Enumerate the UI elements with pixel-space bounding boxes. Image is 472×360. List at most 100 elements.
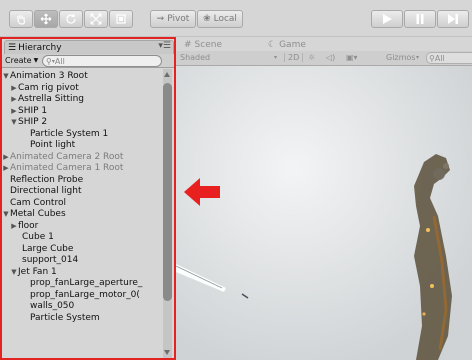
mode-2d-toggle[interactable]: 2D <box>284 53 304 62</box>
scene-icon: # <box>184 39 192 50</box>
rotate-tool-button[interactable] <box>59 10 83 28</box>
hierarchy-item-label: Large Cube <box>22 243 74 254</box>
hierarchy-item[interactable]: ▼Metal Cubes <box>2 209 164 221</box>
hierarchy-item[interactable]: ▶floor <box>2 221 164 233</box>
hierarchy-tab[interactable]: ☰ Hierarchy <box>4 40 174 54</box>
hierarchy-scrollbar[interactable] <box>163 69 172 358</box>
effects-toggle-icon[interactable]: ▣▾ <box>346 53 358 62</box>
expanded-arrow-icon[interactable]: ▼ <box>10 117 18 129</box>
play-button[interactable] <box>371 10 403 28</box>
shading-mode-dropdown[interactable]: Shaded <box>180 53 210 62</box>
scene-tab-bar: # Scene ☾ Game <box>176 37 472 51</box>
create-label: Create <box>5 56 32 65</box>
hierarchy-item[interactable]: ▶Astrella Sitting <box>2 94 164 106</box>
pause-button[interactable] <box>404 10 436 28</box>
create-button[interactable]: Create ▼ <box>5 56 38 65</box>
scrollbar-thumb[interactable] <box>163 83 172 301</box>
hierarchy-item-label: prop_fanLarge_motor_0( <box>30 289 140 300</box>
main-toolbar: ⇝ Pivot ❀ Local <box>0 0 472 36</box>
hierarchy-title: Hierarchy <box>18 42 62 53</box>
step-icon <box>448 14 458 24</box>
hierarchy-item[interactable]: Particle System <box>2 313 164 325</box>
hierarchy-item[interactable]: ▶SHIP 1 <box>2 106 164 118</box>
expanded-arrow-icon[interactable]: ▼ <box>2 209 10 221</box>
hierarchy-item-label: Point light <box>30 140 76 150</box>
hierarchy-item-label: Cam Control <box>10 197 66 208</box>
hierarchy-item[interactable]: prop_fanLarge_motor_0( <box>2 290 164 302</box>
local-toggle-button[interactable]: ❀ Local <box>197 10 243 28</box>
hierarchy-item-label: SHIP 1 <box>18 105 48 116</box>
hierarchy-item-label: support_014 <box>22 255 79 265</box>
hierarchy-item[interactable]: Reflection Probe <box>2 175 164 187</box>
scale-tool-icon <box>90 13 102 25</box>
hierarchy-item-label: Animated Camera 2 Root <box>10 151 124 162</box>
pivot-toggle-button[interactable]: ⇝ Pivot <box>150 10 196 28</box>
shading-dropdown-icon[interactable]: ▾ <box>274 54 277 61</box>
pivot-label: Pivot <box>167 14 190 24</box>
scene-viewport[interactable] <box>176 66 472 360</box>
scroll-down-icon[interactable] <box>164 350 170 355</box>
hierarchy-item[interactable]: Cube 1 <box>2 232 164 244</box>
lighting-toggle-icon[interactable]: ☼ <box>308 53 315 62</box>
hierarchy-item-label: Particle System <box>30 312 100 323</box>
gizmos-dropdown-icon[interactable]: ▾ <box>416 54 419 61</box>
hierarchy-panel: ☰ Hierarchy ▾☰ Create ▼ ⚲ ▾ All ▼Animati… <box>0 37 176 360</box>
hierarchy-item-label: Particle System 1 <box>30 128 109 139</box>
move-tool-button[interactable] <box>34 10 58 28</box>
scale-tool-button[interactable] <box>84 10 108 28</box>
collapsed-arrow-icon[interactable]: ▶ <box>10 94 18 106</box>
hierarchy-item[interactable]: prop_fanLarge_aperture_ <box>2 278 164 290</box>
audio-toggle-icon[interactable]: ◁) <box>326 53 335 62</box>
hierarchy-item-label: Cam rig pivot <box>18 82 79 93</box>
hierarchy-item-label: Reflection Probe <box>10 174 84 185</box>
game-tab-label: Game <box>279 39 306 50</box>
hierarchy-item-label: floor <box>18 220 39 231</box>
collapsed-arrow-icon[interactable]: ▶ <box>2 152 10 164</box>
hierarchy-item[interactable]: support_014 <box>2 255 164 267</box>
collapsed-arrow-icon[interactable]: ▶ <box>10 106 18 118</box>
collapsed-arrow-icon[interactable]: ▶ <box>10 221 18 233</box>
hierarchy-item[interactable]: ▶Cam rig pivot <box>2 83 164 95</box>
hierarchy-item[interactable]: ▼Animation 3 Root <box>2 71 164 83</box>
dropdown-arrow-icon: ▼ <box>33 57 39 64</box>
hierarchy-item-label: SHIP 2 <box>18 117 48 127</box>
collapsed-arrow-icon[interactable]: ▶ <box>10 83 18 95</box>
hierarchy-item[interactable]: Large Cube <box>2 244 164 256</box>
hierarchy-item[interactable]: Point light <box>2 140 164 152</box>
pause-icon <box>416 14 424 24</box>
scroll-up-icon[interactable] <box>164 72 170 77</box>
game-icon: ☾ <box>268 39 277 50</box>
hierarchy-item[interactable]: Directional light <box>2 186 164 198</box>
expanded-arrow-icon[interactable]: ▼ <box>2 71 10 83</box>
hierarchy-item-label: Directional light <box>10 186 82 196</box>
collapsed-arrow-icon[interactable]: ▶ <box>2 163 10 175</box>
scene-tab-label: Scene <box>194 39 222 50</box>
hierarchy-item[interactable]: walls_050 <box>2 301 164 313</box>
hierarchy-item[interactable]: ▼Jet Fan 1 <box>2 267 164 279</box>
gizmos-dropdown[interactable]: Gizmos <box>386 53 415 62</box>
panel-menu-icon[interactable]: ▾☰ <box>158 41 171 51</box>
hierarchy-search-input[interactable]: ⚲ ▾ All <box>42 55 162 67</box>
hierarchy-item[interactable]: Cam Control <box>2 198 164 210</box>
hand-tool-button[interactable] <box>9 10 33 28</box>
hierarchy-item-label: Cube 1 <box>22 232 54 242</box>
tab-scene[interactable]: # Scene <box>184 38 222 51</box>
expanded-arrow-icon[interactable]: ▼ <box>10 267 18 279</box>
hierarchy-item-label: Astrella Sitting <box>18 94 84 104</box>
rotate-tool-icon <box>66 14 76 24</box>
tab-game[interactable]: ☾ Game <box>268 38 306 51</box>
search-placeholder: All <box>54 56 65 66</box>
red-arrow-icon <box>184 178 220 206</box>
hierarchy-item[interactable]: ▶Animated Camera 1 Root <box>2 163 164 175</box>
local-icon: ❀ <box>203 14 211 24</box>
hierarchy-item[interactable]: ▼SHIP 2 <box>2 117 164 129</box>
scene-search-input[interactable]: ⚲ All <box>426 52 472 64</box>
play-icon <box>383 14 392 24</box>
hierarchy-toolbar: Create ▼ ⚲ ▾ All <box>2 54 174 68</box>
rect-tool-button[interactable] <box>109 10 133 28</box>
hierarchy-item-label: Jet Fan 1 <box>18 266 57 277</box>
hierarchy-item[interactable]: ▶Animated Camera 2 Root <box>2 152 164 164</box>
hierarchy-item[interactable]: Particle System 1 <box>2 129 164 141</box>
hierarchy-item-label: Animated Camera 1 Root <box>10 163 124 173</box>
step-button[interactable] <box>437 10 469 28</box>
